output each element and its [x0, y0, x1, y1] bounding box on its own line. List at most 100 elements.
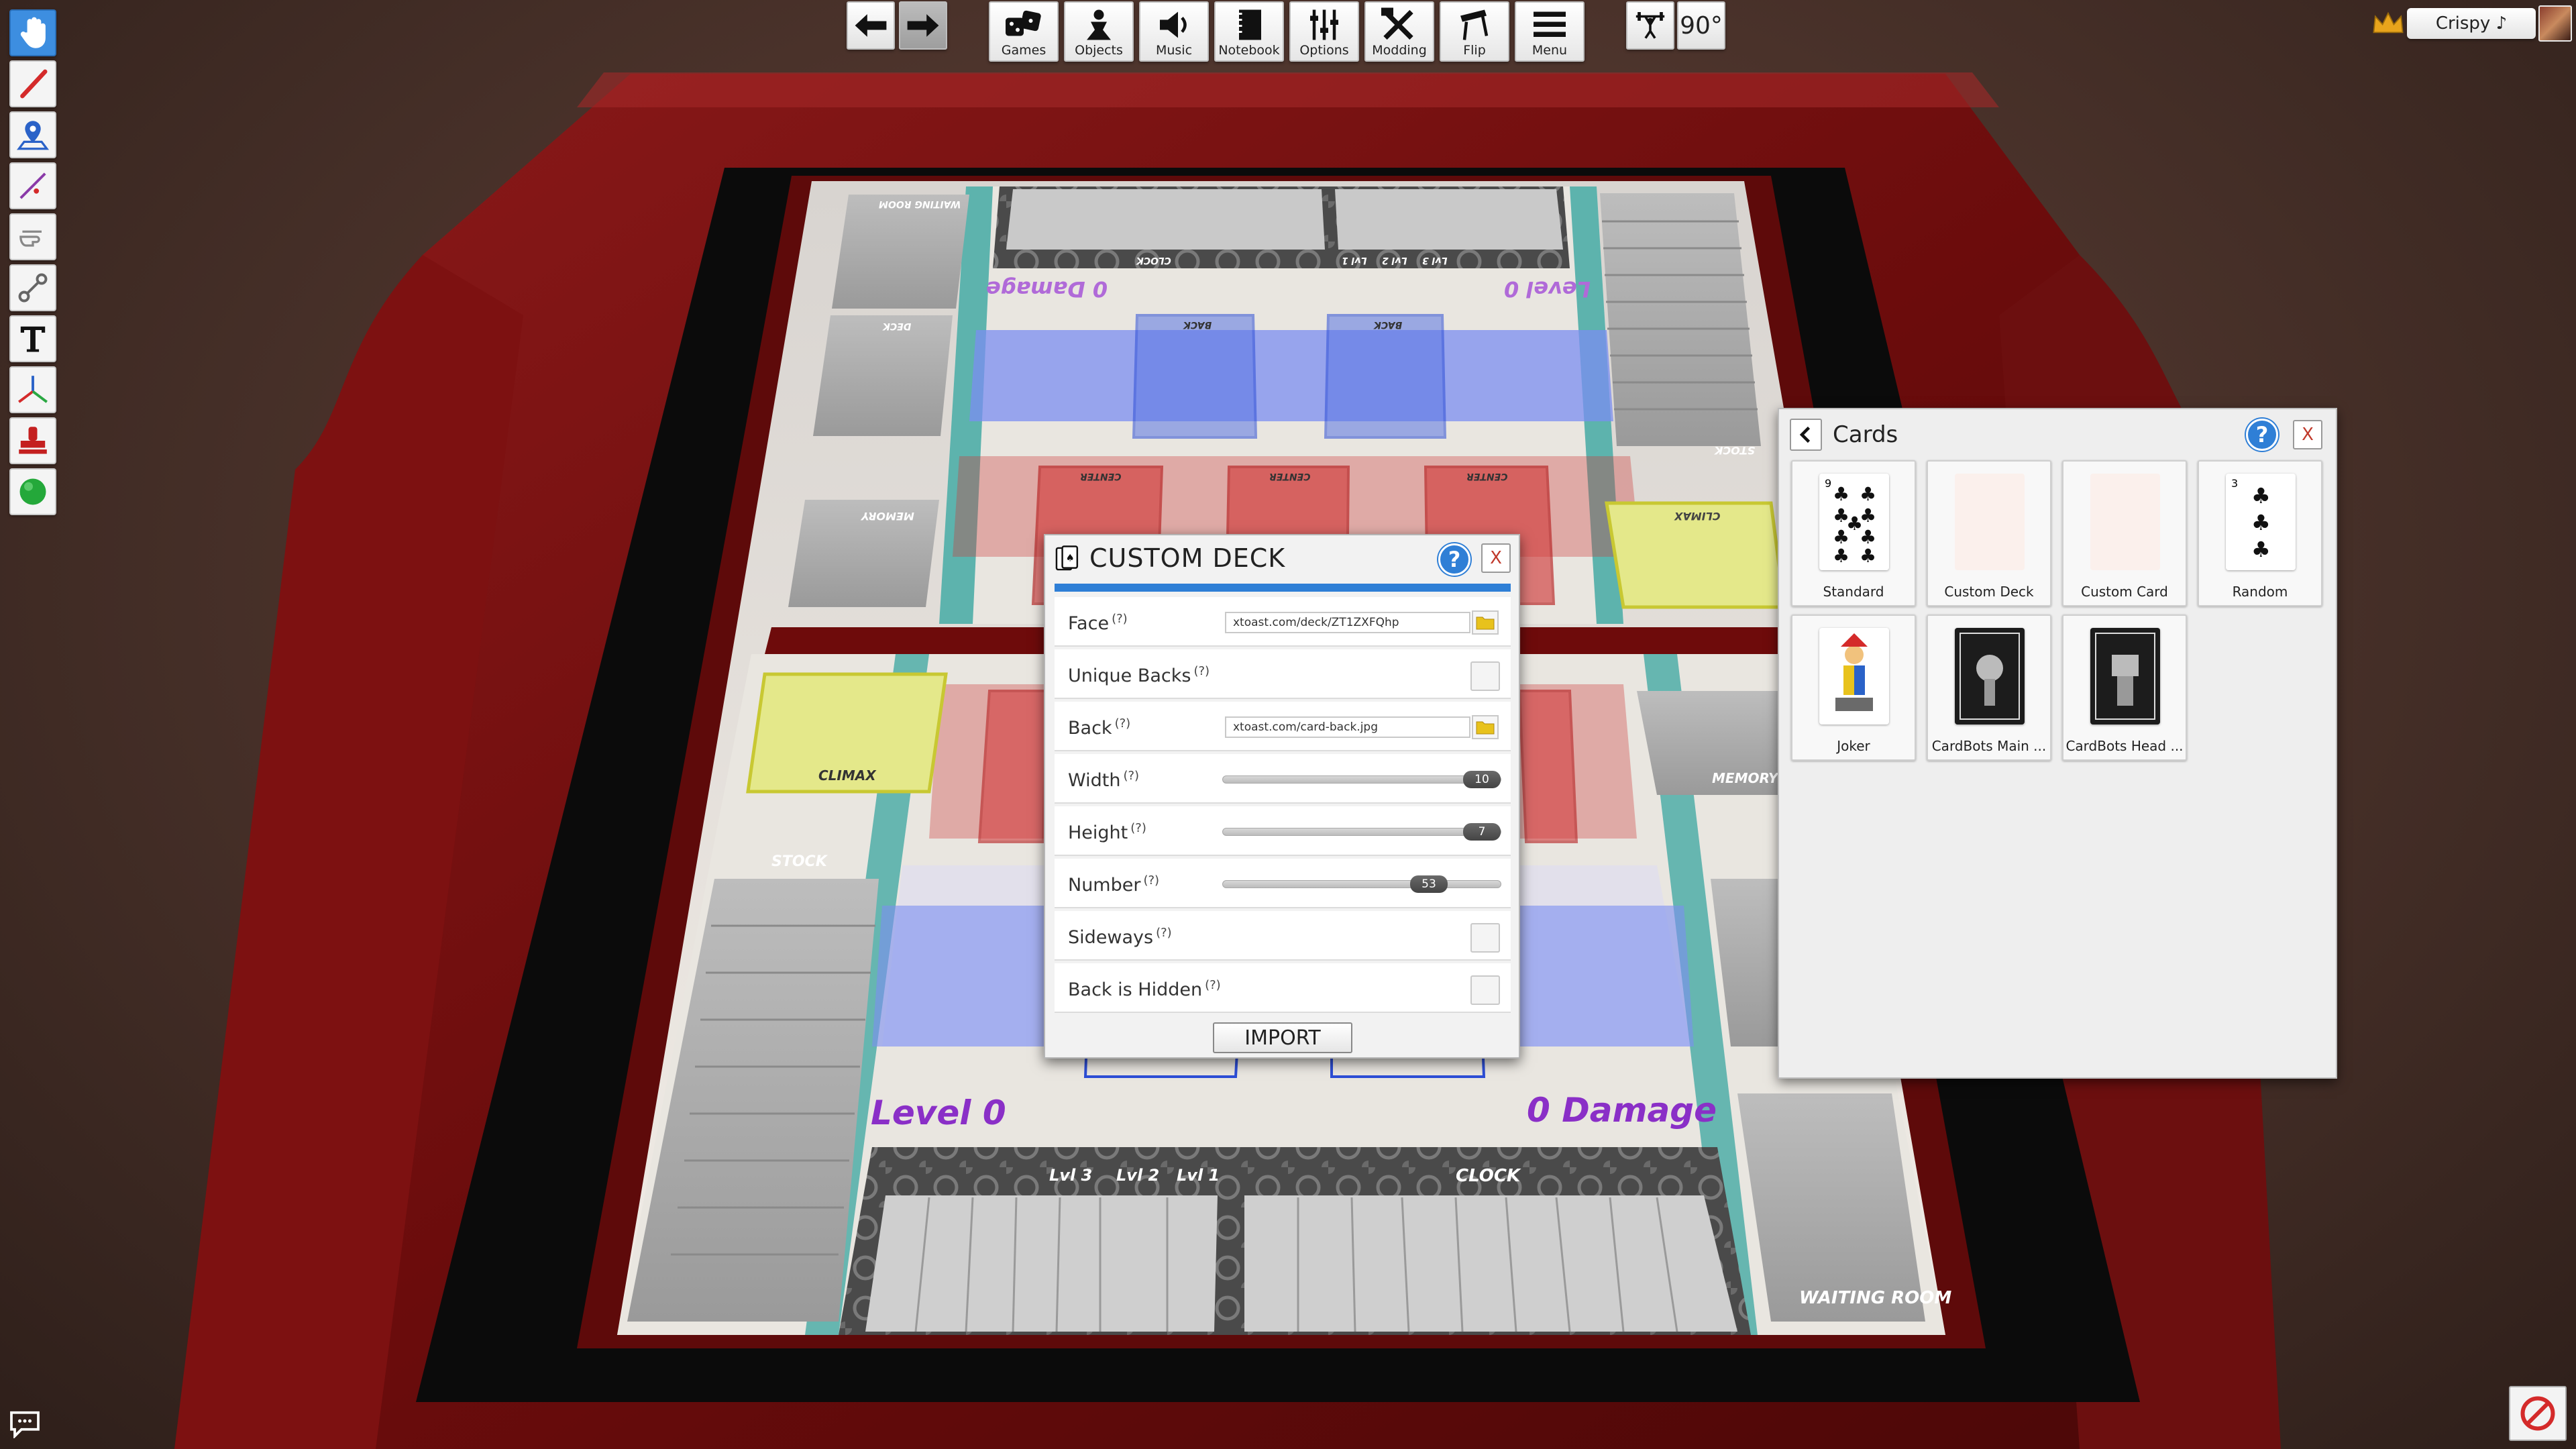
- rotate-button[interactable]: [1626, 1, 1674, 50]
- top-lvl3-label: Lvl 3: [1422, 255, 1448, 266]
- cards-panel-title: Cards: [1833, 421, 1898, 448]
- avatar[interactable]: [2538, 5, 2572, 42]
- grab-tool-button[interactable]: [9, 9, 56, 56]
- no-hands-button[interactable]: [2509, 1386, 2567, 1441]
- folder-icon: [1476, 721, 1495, 735]
- joker-card-image: [1819, 628, 1889, 724]
- card-item-custom-card[interactable]: Custom Card: [2062, 460, 2187, 606]
- menu-button[interactable]: Menu: [1515, 1, 1585, 62]
- back-hidden-checkbox[interactable]: [1470, 975, 1500, 1005]
- options-label: Options: [1299, 43, 1349, 58]
- card-item-label: Joker: [1837, 738, 1870, 754]
- text-icon: [20, 326, 46, 352]
- height-row: Height (?) 7: [1055, 806, 1511, 856]
- face-row: Face (?) xtoast.com/deck/ZT1ZXFQhp: [1055, 597, 1511, 647]
- notebook-button[interactable]: Notebook: [1214, 1, 1284, 62]
- games-button[interactable]: Games: [989, 1, 1059, 62]
- music-button[interactable]: Music: [1139, 1, 1209, 62]
- pawn-icon: [1087, 9, 1111, 40]
- top-lvl1-label: Lvl 1: [1342, 255, 1367, 266]
- sideways-hint[interactable]: (?): [1156, 926, 1172, 940]
- games-label: Games: [1001, 43, 1046, 58]
- card-item-custom-deck[interactable]: Custom Deck: [1927, 460, 2051, 606]
- pen-tool-button[interactable]: [9, 60, 56, 107]
- custom-deck-form: Face (?) xtoast.com/deck/ZT1ZXFQhp Unique…: [1055, 597, 1511, 1016]
- gizmo-icon: [18, 376, 48, 403]
- height-slider-thumb[interactable]: 7: [1463, 823, 1501, 841]
- objects-button[interactable]: Objects: [1064, 1, 1134, 62]
- card-item-random[interactable]: 3 ♣ ♣ ♣ Random: [2198, 460, 2322, 606]
- player-name-tag[interactable]: Crispy ♪: [2407, 8, 2536, 39]
- custom-deck-close-button[interactable]: X: [1481, 543, 1511, 573]
- svg-text:♣: ♣: [2251, 537, 2271, 562]
- top-back-label-1: BACK: [1183, 319, 1212, 330]
- back-hint[interactable]: (?): [1115, 716, 1131, 731]
- back-url-input[interactable]: xtoast.com/card-back.jpg: [1225, 716, 1470, 738]
- height-hint[interactable]: (?): [1130, 821, 1146, 835]
- bottom-memory-label: MEMORY: [1712, 770, 1778, 786]
- text-tool-button[interactable]: [9, 315, 56, 362]
- tools-icon: [1381, 7, 1413, 40]
- svg-text:♣: ♣: [1833, 483, 1849, 505]
- back-hidden-hint[interactable]: (?): [1205, 978, 1221, 992]
- chat-bubble-icon[interactable]: [8, 1409, 42, 1438]
- back-button[interactable]: [1790, 419, 1822, 451]
- left-tool-palette: [9, 9, 60, 519]
- number-slider[interactable]: 53: [1222, 875, 1501, 893]
- card-item-cardbots-main[interactable]: CardBots Main ...: [1927, 614, 2051, 761]
- face-url-input[interactable]: xtoast.com/deck/ZT1ZXFQhp: [1225, 612, 1470, 633]
- top-center-label-3: CENTER: [1466, 471, 1508, 482]
- svg-text:♠: ♠: [1066, 553, 1075, 564]
- width-slider[interactable]: 10: [1222, 771, 1501, 788]
- ping-tool-button[interactable]: [9, 111, 56, 158]
- svg-text:♣: ♣: [1860, 545, 1876, 567]
- card-item-cardbots-head[interactable]: CardBots Head ...: [2062, 614, 2187, 761]
- unique-backs-checkbox[interactable]: [1470, 661, 1500, 691]
- joint-tool-button[interactable]: [9, 264, 56, 311]
- width-hint[interactable]: (?): [1123, 769, 1139, 783]
- top-deck-label: DECK: [883, 321, 912, 331]
- flip-button[interactable]: Flip: [1440, 1, 1509, 62]
- flick-tool-button[interactable]: [9, 213, 56, 260]
- color-tool-button[interactable]: [9, 468, 56, 515]
- modding-button[interactable]: Modding: [1364, 1, 1434, 62]
- gizmo-tool-button[interactable]: [9, 366, 56, 413]
- random-card-image: 3 ♣ ♣ ♣: [2226, 474, 2296, 570]
- number-hint[interactable]: (?): [1143, 873, 1159, 888]
- top-stock-label: STOCK: [1715, 444, 1756, 457]
- height-slider[interactable]: 7: [1222, 823, 1501, 841]
- joint-icon: [18, 273, 48, 303]
- sideways-checkbox[interactable]: [1470, 923, 1500, 953]
- rotation-value[interactable]: 90°: [1677, 1, 1725, 50]
- width-row: Width (?) 10: [1055, 754, 1511, 804]
- number-label: Number (?): [1068, 873, 1160, 896]
- custom-deck-dialog: ♠ CUSTOM DECK ? X Face (?) xtoast.com/dec…: [1044, 534, 1520, 1059]
- back-hidden-row: Back is Hidden (?): [1055, 963, 1511, 1013]
- back-browse-button[interactable]: [1472, 715, 1499, 739]
- options-button[interactable]: Options: [1289, 1, 1359, 62]
- unique-backs-hint[interactable]: (?): [1193, 664, 1210, 678]
- svg-text:♣: ♣: [1860, 483, 1876, 505]
- undo-button[interactable]: [847, 1, 895, 50]
- flip-label: Flip: [1463, 43, 1486, 58]
- face-browse-button[interactable]: [1472, 610, 1499, 635]
- bottom-level-text: Level 0: [871, 1093, 1006, 1132]
- card-item-joker[interactable]: Joker: [1791, 614, 1916, 761]
- stamp-tool-button[interactable]: [9, 417, 56, 464]
- face-hint[interactable]: (?): [1112, 612, 1128, 626]
- cards-close-button[interactable]: X: [2293, 420, 2322, 449]
- line-tool-button[interactable]: [9, 162, 56, 209]
- folder-icon: [1476, 616, 1495, 630]
- redo-button[interactable]: [899, 1, 947, 50]
- custom-deck-help-button[interactable]: ?: [1438, 543, 1470, 576]
- stamp-icon: [19, 427, 47, 454]
- cards-help-button[interactable]: ?: [2246, 419, 2278, 451]
- svg-text:9: 9: [1825, 477, 1831, 490]
- bottom-stock-label: STOCK: [771, 853, 827, 870]
- import-button[interactable]: IMPORT: [1213, 1022, 1352, 1053]
- number-slider-thumb[interactable]: 53: [1410, 875, 1448, 893]
- map-pin-icon: [16, 121, 50, 150]
- card-item-standard[interactable]: 9 ♣ ♣ ♣ ♣ ♣ ♣ ♣ ♣ ♣ Standard: [1791, 460, 1916, 606]
- width-slider-thumb[interactable]: 10: [1463, 771, 1501, 788]
- weightlifter-icon: [1635, 12, 1665, 39]
